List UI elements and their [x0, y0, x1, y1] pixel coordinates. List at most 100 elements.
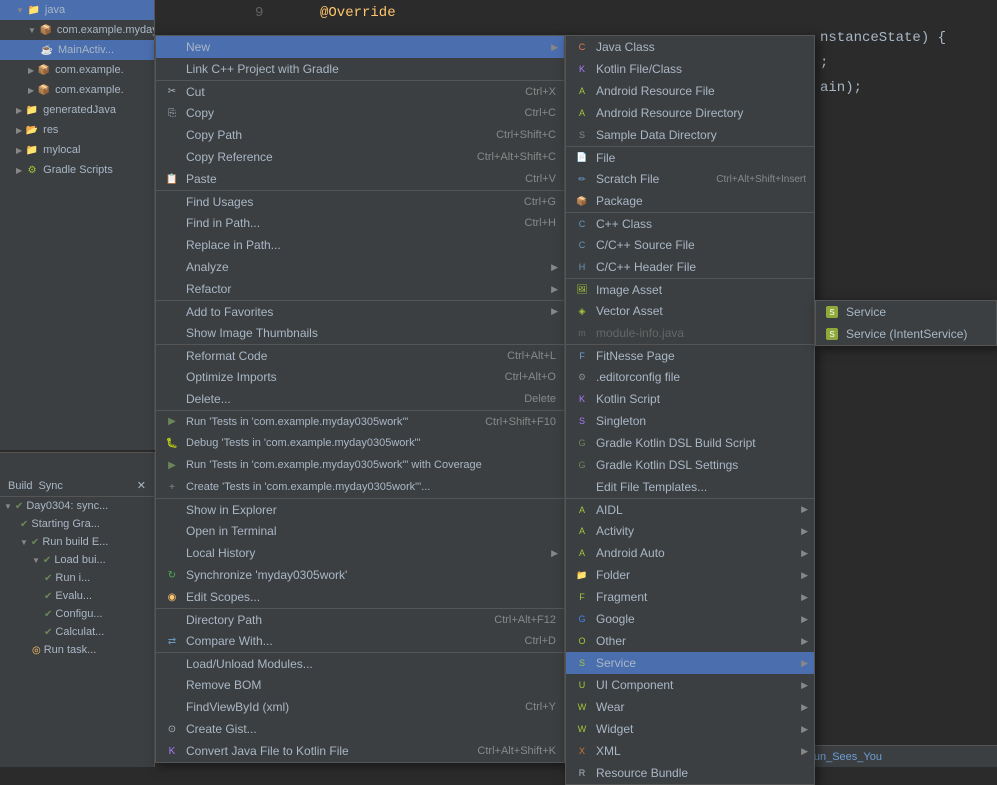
submenu-sample-data[interactable]: S Sample Data Directory	[566, 124, 814, 146]
submenu-editorconfig[interactable]: ⚙ .editorconfig file	[566, 366, 814, 388]
menu-item-reformat[interactable]: Reformat Code Ctrl+Alt+L	[156, 344, 564, 366]
sidebar-item-package3[interactable]: ▶ 📦 com.example.	[0, 80, 154, 100]
submenu-label: Service (IntentService)	[846, 327, 988, 341]
submenu-wear[interactable]: W Wear	[566, 696, 814, 718]
submenu-cpp-source[interactable]: C C/C++ Source File	[566, 234, 814, 256]
submenu-gradle-kotlin-build[interactable]: G Gradle Kotlin DSL Build Script	[566, 432, 814, 454]
sidebar-item-generated[interactable]: ▶ 📁 generatedJava	[0, 100, 154, 120]
menu-item-analyze[interactable]: Analyze	[156, 256, 564, 278]
build-item-4[interactable]: ✔ Run i...	[0, 569, 154, 587]
reformat-icon	[164, 348, 180, 364]
menu-item-local-history[interactable]: Local History	[156, 542, 564, 564]
submenu-label: module-info.java	[596, 326, 806, 340]
build-item-8[interactable]: ◎ Run task...	[0, 641, 154, 659]
menu-item-create-gist[interactable]: ⊙ Create Gist...	[156, 718, 564, 740]
menu-item-remove-bom[interactable]: Remove BOM	[156, 674, 564, 696]
close-icon[interactable]: ✕	[137, 479, 146, 492]
sidebar-item-java[interactable]: ▼ 📁 java	[0, 0, 154, 20]
build-item-1[interactable]: ✔ Starting Gra...	[0, 515, 154, 533]
build-item-2[interactable]: ▼ ✔ Run build E...	[0, 533, 154, 551]
submenu-android-resource-file[interactable]: A Android Resource File	[566, 80, 814, 102]
sidebar-item-mainactivity[interactable]: ☕ MainActiv...	[0, 40, 154, 60]
submenu-activity[interactable]: A Activity	[566, 520, 814, 542]
sidebar-item-package2[interactable]: ▶ 📦 com.example.	[0, 60, 154, 80]
submenu-folder[interactable]: 📁 Folder	[566, 564, 814, 586]
submenu-label: AIDL	[596, 503, 806, 517]
submenu-android-auto[interactable]: A Android Auto	[566, 542, 814, 564]
menu-item-optimize[interactable]: Optimize Imports Ctrl+Alt+O	[156, 366, 564, 388]
shortcut: Ctrl+Shift+C	[496, 129, 556, 141]
code-line2: nstanceState) {	[820, 30, 946, 46]
build-item-5[interactable]: ✔ Evalu...	[0, 587, 154, 605]
submenu-singleton[interactable]: S Singleton	[566, 410, 814, 432]
submenu-service[interactable]: S Service	[566, 652, 814, 674]
submenu-resource-bundle[interactable]: R Resource Bundle	[566, 762, 814, 784]
submenu-package[interactable]: 📦 Package	[566, 190, 814, 212]
submenu-label: Gradle Kotlin DSL Settings	[596, 458, 806, 472]
submenu-android-resource-dir[interactable]: A Android Resource Directory	[566, 102, 814, 124]
submenu-service-intent[interactable]: S Service (IntentService)	[816, 323, 996, 345]
build-item-6[interactable]: ✔ Configu...	[0, 605, 154, 623]
submenu-file[interactable]: 📄 File	[566, 146, 814, 168]
menu-label: Create Gist...	[186, 722, 556, 736]
menu-item-paste[interactable]: 📋 Paste Ctrl+V	[156, 168, 564, 190]
menu-item-new[interactable]: New	[156, 36, 564, 58]
submenu-xml[interactable]: X XML	[566, 740, 814, 762]
menu-item-copy-path[interactable]: Copy Path Ctrl+Shift+C	[156, 124, 564, 146]
submenu-image-asset[interactable]: 🖼 Image Asset	[566, 278, 814, 300]
submenu-widget[interactable]: W Widget	[566, 718, 814, 740]
sidebar-item-res[interactable]: ▶ 📂 res	[0, 120, 154, 140]
menu-item-debug-tests[interactable]: 🐛 Debug 'Tests in 'com.example.myday0305…	[156, 432, 564, 454]
menu-item-find-usages[interactable]: Find Usages Ctrl+G	[156, 190, 564, 212]
submenu-gradle-kotlin-settings[interactable]: G Gradle Kotlin DSL Settings	[566, 454, 814, 476]
sidebar-item-package1[interactable]: ▼ 📦 com.example.myday0305wo	[0, 20, 154, 40]
menu-item-show-thumbnails[interactable]: Show Image Thumbnails	[156, 322, 564, 344]
submenu-other[interactable]: O Other	[566, 630, 814, 652]
menu-item-show-explorer[interactable]: Show in Explorer	[156, 498, 564, 520]
menu-item-copy-reference[interactable]: Copy Reference Ctrl+Alt+Shift+C	[156, 146, 564, 168]
submenu-vector-asset[interactable]: ◈ Vector Asset	[566, 300, 814, 322]
build-label: Run build E...	[42, 536, 108, 548]
submenu-kotlin-script[interactable]: K Kotlin Script	[566, 388, 814, 410]
build-item-7[interactable]: ✔ Calculat...	[0, 623, 154, 641]
submenu-service-item[interactable]: S Service	[816, 301, 996, 323]
build-item-3[interactable]: ▼ ✔ Load bui...	[0, 551, 154, 569]
menu-item-copy[interactable]: ⎘ Copy Ctrl+C	[156, 102, 564, 124]
menu-item-add-favorites[interactable]: Add to Favorites	[156, 300, 564, 322]
menu-item-replace-path[interactable]: Replace in Path...	[156, 234, 564, 256]
menu-item-convert-kotlin[interactable]: K Convert Java File to Kotlin File Ctrl+…	[156, 740, 564, 762]
submenu-cpp-header[interactable]: H C/C++ Header File	[566, 256, 814, 278]
menu-item-directory-path[interactable]: Directory Path Ctrl+Alt+F12	[156, 608, 564, 630]
menu-item-run-coverage[interactable]: ▶ Run 'Tests in 'com.example.myday0305wo…	[156, 454, 564, 476]
submenu-edit-templates[interactable]: Edit File Templates...	[566, 476, 814, 498]
menu-item-open-terminal[interactable]: Open in Terminal	[156, 520, 564, 542]
menu-item-load-modules[interactable]: Load/Unload Modules...	[156, 652, 564, 674]
submenu-fragment[interactable]: F Fragment	[566, 586, 814, 608]
menu-item-synchronize[interactable]: ↻ Synchronize 'myday0305work'	[156, 564, 564, 586]
editorconfig-icon: ⚙	[574, 369, 590, 385]
submenu-ui-component[interactable]: U UI Component	[566, 674, 814, 696]
status-icon: ✔	[44, 591, 52, 602]
submenu-java-class[interactable]: C Java Class	[566, 36, 814, 58]
sidebar-item-mylocal[interactable]: ▶ 📁 mylocal	[0, 140, 154, 160]
submenu-cpp-class[interactable]: C C++ Class	[566, 212, 814, 234]
submenu-scratch-file[interactable]: ✏ Scratch File Ctrl+Alt+Shift+Insert	[566, 168, 814, 190]
menu-item-refactor[interactable]: Refactor	[156, 278, 564, 300]
submenu-label: Scratch File	[596, 172, 716, 186]
sync-icon: ↻	[164, 567, 180, 583]
menu-item-delete[interactable]: Delete... Delete	[156, 388, 564, 410]
menu-item-compare[interactable]: ⇄ Compare With... Ctrl+D	[156, 630, 564, 652]
menu-item-run-tests[interactable]: ▶ Run 'Tests in 'com.example.myday0305wo…	[156, 410, 564, 432]
menu-item-create-tests[interactable]: + Create 'Tests in 'com.example.myday030…	[156, 476, 564, 498]
submenu-google[interactable]: G Google	[566, 608, 814, 630]
menu-item-cut[interactable]: ✂ Cut Ctrl+X	[156, 80, 564, 102]
menu-item-find-path[interactable]: Find in Path... Ctrl+H	[156, 212, 564, 234]
menu-item-link-cpp[interactable]: Link C++ Project with Gradle	[156, 58, 564, 80]
menu-item-edit-scopes[interactable]: ◉ Edit Scopes...	[156, 586, 564, 608]
sidebar-item-gradle[interactable]: ▶ ⚙ Gradle Scripts	[0, 160, 154, 180]
submenu-aidl[interactable]: A AIDL	[566, 498, 814, 520]
submenu-fitnesse[interactable]: F FitNesse Page	[566, 344, 814, 366]
build-item-0[interactable]: ▼ ✔ Day0304: sync...	[0, 497, 154, 515]
submenu-kotlin-class[interactable]: K Kotlin File/Class	[566, 58, 814, 80]
menu-item-findviewbyid[interactable]: FindViewById (xml) Ctrl+Y	[156, 696, 564, 718]
